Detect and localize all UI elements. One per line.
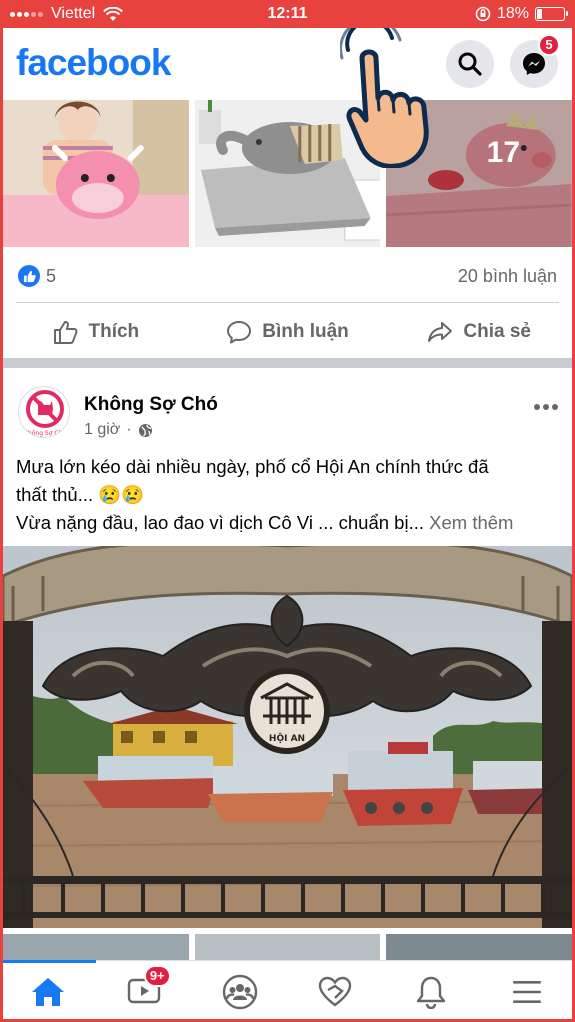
post-text: Mưa lớn kéo dài nhiều ngày, phố cổ Hội A… bbox=[16, 453, 561, 537]
tab-groups[interactable] bbox=[192, 961, 288, 1022]
home-icon bbox=[31, 977, 64, 1006]
globe-icon bbox=[138, 423, 152, 437]
see-more-link[interactable]: Xem thêm bbox=[429, 512, 513, 533]
post-text-line: thất thủ... 😢😢 bbox=[16, 484, 145, 505]
tab-dating[interactable] bbox=[287, 961, 383, 1022]
girl-with-pink-cow-plush-image bbox=[3, 100, 189, 247]
avatar-caption: Không Sợ Chó bbox=[24, 430, 66, 437]
share-label: Chia sẻ bbox=[463, 321, 531, 342]
tab-watch[interactable]: 9+ bbox=[96, 961, 192, 1022]
more-options-button[interactable] bbox=[533, 390, 559, 418]
divider bbox=[16, 302, 559, 303]
search-button[interactable] bbox=[446, 40, 494, 88]
tab-home[interactable] bbox=[0, 960, 96, 1022]
post-text-line: Mưa lớn kéo dài nhiều ngày, phố cổ Hội A… bbox=[16, 456, 489, 477]
battery-info: 18% bbox=[475, 5, 568, 23]
orientation-lock-icon bbox=[475, 6, 491, 22]
feed-separator bbox=[3, 358, 572, 368]
post-actions: Thích Bình luận Chia sẻ bbox=[0, 308, 575, 356]
facebook-logo[interactable]: facebook bbox=[16, 42, 171, 84]
photo-thumbnail[interactable] bbox=[3, 100, 189, 247]
post-photo[interactable]: HỘI AN bbox=[3, 546, 572, 928]
previous-post-photos[interactable]: 17 bbox=[3, 100, 573, 247]
comment-icon bbox=[227, 321, 252, 344]
dating-icon bbox=[319, 976, 352, 1007]
post-meta: 1 giờ · bbox=[84, 421, 153, 439]
tab-menu[interactable] bbox=[479, 961, 575, 1022]
comment-count[interactable]: 20 bình luận bbox=[458, 266, 557, 287]
like-count: 5 bbox=[46, 266, 57, 286]
messenger-button[interactable]: 5 bbox=[510, 34, 560, 88]
meta-separator: · bbox=[126, 421, 132, 438]
page-avatar[interactable]: Không Sợ Chó bbox=[18, 386, 70, 438]
app-header: facebook 5 bbox=[0, 28, 575, 100]
bottom-tab-bar: 9+ bbox=[0, 960, 575, 1022]
like-button[interactable]: Thích bbox=[0, 308, 192, 356]
battery-percent: 18% bbox=[496, 5, 529, 22]
reaction-summary[interactable]: 5 20 bình luận bbox=[0, 258, 575, 294]
post-time[interactable]: 1 giờ bbox=[84, 421, 120, 439]
pointing-hand-icon bbox=[340, 28, 429, 168]
search-icon bbox=[458, 52, 482, 76]
tab-notifications[interactable] bbox=[383, 961, 479, 1022]
share-button[interactable]: Chia sẻ bbox=[383, 308, 575, 356]
hoi-an-flood-photo: HỘI AN bbox=[3, 546, 572, 928]
comment-label: Bình luận bbox=[262, 321, 349, 342]
ellipsis-icon bbox=[534, 404, 558, 410]
like-label: Thích bbox=[88, 321, 140, 342]
photo-thumbnail[interactable] bbox=[386, 934, 573, 960]
more-photos-count: 17 bbox=[486, 136, 521, 169]
battery-icon bbox=[535, 7, 568, 21]
share-icon bbox=[428, 322, 453, 342]
photo-thumbnail[interactable] bbox=[194, 934, 381, 960]
groups-icon bbox=[222, 974, 257, 1009]
comment-button[interactable]: Bình luận bbox=[192, 308, 384, 356]
thumbs-up-icon bbox=[53, 321, 78, 344]
photo-thumbnail[interactable] bbox=[3, 934, 189, 960]
messenger-badge: 5 bbox=[538, 34, 560, 56]
post-text-line: Vừa nặng đầu, lao đao vì dịch Cô Vi ... … bbox=[16, 509, 561, 537]
hoi-an-sign-text: HỘI AN bbox=[269, 733, 305, 744]
like-reaction-icon bbox=[18, 265, 40, 287]
post-text-line: Vừa nặng đầu, lao đao vì dịch Cô Vi ... … bbox=[16, 512, 430, 533]
menu-icon bbox=[513, 980, 542, 1003]
post-photo-strip bbox=[3, 934, 573, 960]
watch-badge: 9+ bbox=[143, 965, 171, 987]
notifications-icon bbox=[417, 976, 446, 1009]
no-dog-logo-icon: Không Sợ Chó bbox=[24, 390, 66, 437]
page-name[interactable]: Không Sợ Chó bbox=[84, 394, 218, 416]
status-bar: Viettel 12:11 18% bbox=[0, 0, 575, 28]
